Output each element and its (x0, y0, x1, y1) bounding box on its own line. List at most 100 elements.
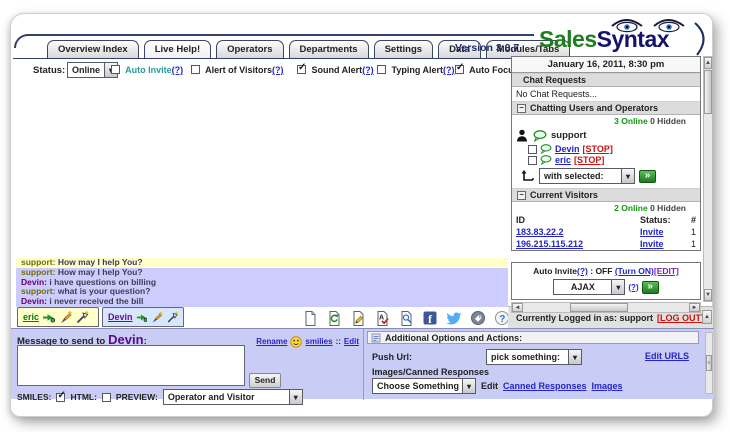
tab-overview-index[interactable]: Overview Index (47, 40, 139, 59)
assign-arrow-icon (521, 170, 534, 181)
chevron-down-icon[interactable] (288, 390, 302, 404)
go-button[interactable] (641, 280, 659, 294)
option-typing-alert: Typing Alert(?) (377, 65, 455, 75)
chat-tab-eric-link[interactable]: eric (23, 312, 39, 322)
invite-link[interactable]: Invite (640, 227, 664, 237)
visitor-ip-link[interactable]: 196.215.115.212 (516, 239, 583, 249)
chat-bubble-icon (540, 144, 552, 154)
user-devin-checkbox[interactable] (528, 144, 537, 154)
logout-link[interactable]: [LOG OUT] (657, 313, 704, 323)
alert-of-visitors-help-link[interactable]: (?) (272, 65, 284, 75)
message-input[interactable] (17, 345, 245, 386)
collapse-icon[interactable] (517, 190, 526, 200)
edit-urls-link[interactable]: Edit URLS (645, 351, 689, 361)
chevron-down-icon[interactable] (462, 379, 475, 393)
visitors-online-count: 2 Online 0 Hidden (512, 202, 700, 214)
chat-message: support: How may I help You? (16, 267, 508, 278)
auto-focus-checkbox[interactable] (455, 62, 464, 74)
go-button[interactable] (639, 169, 656, 183)
tab-departments[interactable]: Departments (288, 40, 369, 59)
chat-tab-devin-link[interactable]: Devin (108, 312, 133, 322)
visitor-row: 196.215.115.212 Invite 1 (512, 238, 700, 250)
preview-page-icon[interactable] (397, 309, 414, 326)
scrollbar-thumb[interactable] (570, 303, 628, 312)
auto-invite-state: : OFF (590, 266, 613, 276)
stop-devin-link[interactable]: [STOP] (583, 144, 613, 154)
invite-link[interactable]: Invite (640, 239, 664, 249)
smiles-checkbox[interactable] (56, 390, 66, 402)
chevron-down-icon[interactable] (621, 169, 634, 183)
edit-word: Edit (481, 381, 498, 391)
preview-select[interactable]: Operator and Visitor (162, 389, 303, 405)
pointer-wand-icon[interactable] (166, 310, 178, 324)
new-page-icon[interactable] (301, 309, 318, 326)
canned-responses-link[interactable]: Canned Responses (503, 381, 587, 391)
horizontal-scrollbar[interactable] (511, 302, 701, 313)
collapse-icon[interactable] (517, 103, 526, 113)
operator-name: support (551, 130, 587, 141)
sound-alert-checkbox[interactable] (297, 62, 306, 74)
facebook-icon[interactable]: f (421, 309, 438, 326)
smilies-link[interactable]: smilies (305, 337, 332, 346)
push-url-select[interactable]: pick something: (486, 349, 583, 365)
tab-settings[interactable]: Settings (373, 40, 434, 59)
scroll-right-icon[interactable] (689, 303, 700, 312)
chat-tab-devin[interactable]: Devin (102, 307, 184, 327)
edit-smilies-link[interactable]: Edit (344, 337, 359, 346)
spellcheck-page-icon[interactable]: A (373, 309, 390, 326)
scroll-up-icon[interactable] (704, 57, 712, 69)
auto-invite-help-link[interactable]: (?) (577, 266, 588, 276)
refresh-page-icon[interactable] (325, 309, 342, 326)
vertical-scrollbar[interactable] (703, 56, 713, 302)
col-status: Status: (640, 215, 671, 225)
scroll-down-icon[interactable] (704, 289, 712, 301)
pointer-wand-icon[interactable] (75, 310, 89, 324)
stop-eric-link[interactable]: [STOP] (574, 155, 604, 165)
tab-live-help[interactable]: Live Help! (143, 40, 212, 59)
paintbrush-icon[interactable] (58, 310, 73, 324)
images-link[interactable]: Images (592, 381, 623, 391)
typing-alert-checkbox[interactable] (377, 65, 386, 74)
edit-auto-invite-link[interactable]: [EDIT] (654, 266, 679, 276)
scrollbar-thumb[interactable] (704, 70, 712, 114)
chevron-down-icon[interactable] (611, 280, 625, 294)
paintbrush-icon[interactable] (150, 310, 163, 324)
canned-select[interactable]: Choose Something (372, 378, 476, 394)
with-selected-select[interactable]: with selected: (539, 168, 635, 184)
chat-bubble-icon (533, 129, 547, 142)
with-selected-value: with selected: (544, 171, 604, 181)
chat-tab-eric[interactable]: eric (17, 307, 99, 327)
ajax-help-link[interactable]: (?) (628, 283, 638, 292)
html-checkbox[interactable] (101, 392, 111, 402)
twitter-icon[interactable] (445, 309, 462, 326)
alert-of-visitors-checkbox[interactable] (191, 65, 200, 74)
user-eric-checkbox[interactable] (528, 155, 537, 165)
visitor-ip-link[interactable]: 183.83.22.2 (516, 227, 564, 237)
user-eric-link[interactable]: eric (555, 155, 571, 165)
mini-scrollbar[interactable] (705, 332, 713, 394)
tag-icon[interactable] (469, 309, 486, 326)
typing-alert-help-link[interactable]: (?) (443, 65, 455, 75)
turn-on-link[interactable]: (Turn ON) (615, 266, 654, 276)
push-page-icon[interactable] (136, 311, 148, 323)
smiley-icon[interactable] (290, 335, 303, 348)
rename-link[interactable]: Rename (256, 337, 287, 346)
sound-alert-help-link[interactable]: (?) (362, 65, 374, 75)
ajax-select[interactable]: AJAX (553, 279, 626, 295)
scroll-left-icon[interactable] (512, 303, 523, 312)
scroll-up-icon[interactable]: ▲ (702, 310, 712, 324)
additional-options-header: Additional Options and Actions: (367, 331, 699, 344)
link-separator: :: (335, 337, 341, 346)
no-chat-requests: No Chat Requests... (516, 89, 598, 99)
preview-label: PREVIEW: (115, 392, 158, 402)
auto-invite-checkbox[interactable] (111, 65, 120, 74)
edit-page-icon[interactable] (349, 309, 366, 326)
chevron-down-icon[interactable] (568, 350, 582, 364)
tab-operators[interactable]: Operators (216, 40, 284, 59)
push-page-icon[interactable] (42, 311, 56, 323)
user-devin-link[interactable]: Devin (555, 144, 580, 154)
send-button[interactable]: Send (249, 373, 281, 388)
scrollbar-thumb[interactable] (706, 355, 712, 371)
visitor-row: 183.83.22.2 Invite 1 (512, 226, 700, 238)
auto-invite-help-link[interactable]: (?) (172, 65, 184, 75)
